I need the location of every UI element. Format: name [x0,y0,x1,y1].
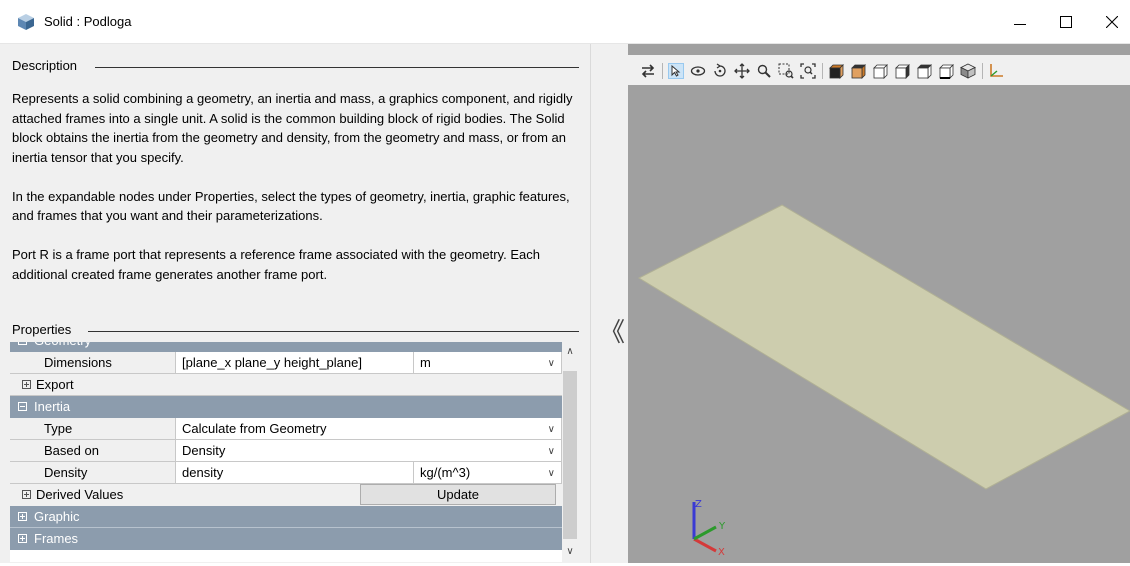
collapse-icon [18,342,27,345]
toolbar-separator [662,63,663,79]
title-bar: Solid : Podloga [0,0,1130,44]
scroll-up-icon[interactable]: ∧ [562,344,578,360]
scene-canvas[interactable]: Z Y X [628,85,1130,563]
axis-triad-icon: Z Y X [692,499,726,558]
based-on-value: Density [182,443,226,458]
top-view-icon[interactable] [916,63,932,79]
left-view-icon[interactable] [872,63,888,79]
inertia-section-label: Inertia [34,399,71,414]
y-axis-label: Y [718,521,726,532]
right-view-icon[interactable] [894,63,910,79]
dimensions-unit-value: m [420,355,431,370]
dimensions-row: Dimensions [plane_x plane_y height_plane… [10,352,562,374]
description-text: Represents a solid combining a geometry,… [12,89,582,304]
window-title: Solid : Podloga [44,14,132,29]
dimensions-unit-select[interactable]: m ∨ [414,352,562,374]
expand-icon [18,512,27,521]
description-paragraph: Port R is a frame port that represents a… [12,247,540,282]
export-label: Export [36,377,74,392]
export-node[interactable]: Export [10,374,562,396]
isometric-view-icon[interactable] [960,63,976,79]
update-button[interactable]: Update [360,484,556,505]
roll-icon[interactable] [712,63,728,79]
zoom-box-icon[interactable] [778,63,794,79]
density-unit-value: kg/(m^3) [420,465,471,480]
collapse-icon [18,402,27,411]
panel-splitter[interactable]: 《 [590,44,628,563]
density-label: Density [10,462,176,484]
x-axis-label: X [718,547,725,558]
based-on-select[interactable]: Density ∨ [176,440,562,462]
toolbar-separator [822,63,823,79]
properties-scrollbar[interactable]: ∧ ∨ [562,342,578,562]
properties-table: Geometry Dimensions [plane_x plane_y hei… [10,342,578,562]
density-row: Density density kg/(m^3) ∨ [10,462,562,484]
chevron-down-icon: ∨ [547,424,555,435]
collapse-panel-icon[interactable]: 《 [599,312,625,349]
chevron-down-icon: ∨ [547,358,555,369]
front-view-icon[interactable] [828,63,844,79]
close-button[interactable] [1089,0,1130,44]
swap-icon[interactable] [640,63,656,79]
inertia-type-select[interactable]: Calculate from Geometry ∨ [176,418,562,440]
description-divider [95,67,579,68]
dimensions-value-input[interactable]: [plane_x plane_y height_plane] [176,352,414,374]
geometry-section-label: Geometry [34,342,91,352]
maximize-icon [1060,16,1072,28]
fit-to-view-icon[interactable] [800,63,816,79]
frames-section-label: Frames [34,531,79,546]
graphic-section-label: Graphic [34,509,80,524]
graphic-section-header[interactable]: Graphic [10,506,562,528]
derived-values-label: Derived Values [36,487,124,502]
rotate-icon[interactable] [690,63,706,79]
floor-plane [637,204,1130,490]
zoom-icon[interactable] [756,63,772,79]
chevron-down-icon: ∨ [547,468,555,479]
block-parameters-panel: Description Represents a solid combining… [0,44,590,563]
based-on-row: Based on Density ∨ [10,440,562,462]
frames-section-header[interactable]: Frames [10,528,562,550]
minimize-button[interactable] [997,0,1043,44]
scroll-down-icon[interactable]: ∨ [562,544,578,560]
inertia-type-value: Calculate from Geometry [182,421,327,436]
close-icon [1106,16,1118,28]
expand-icon [22,490,31,499]
maximize-button[interactable] [1043,0,1089,44]
geometry-section-header[interactable]: Geometry [10,342,562,352]
based-on-label: Based on [10,440,176,462]
frames-toggle-icon[interactable] [988,63,1004,79]
inertia-type-label: Type [10,418,176,440]
description-paragraph: Represents a solid combining a geometry,… [12,91,573,165]
expand-icon [22,380,31,389]
minimize-icon [1014,23,1026,25]
properties-label: Properties [12,322,75,337]
pan-icon[interactable] [734,63,750,79]
density-unit-select[interactable]: kg/(m^3) ∨ [414,462,562,484]
chevron-down-icon: ∨ [547,446,555,457]
z-axis-label: Z [695,499,702,510]
derived-values-node[interactable]: Derived Values Update [10,484,562,506]
select-icon[interactable] [668,63,684,79]
3d-viewport[interactable]: Z Y X [628,85,1130,563]
solid-block-icon [18,14,34,30]
expand-icon [18,534,27,543]
inertia-type-row: Type Calculate from Geometry ∨ [10,418,562,440]
description-paragraph: In the expandable nodes under Properties… [12,188,570,224]
bottom-view-icon[interactable] [938,63,954,79]
density-value-input[interactable]: density [176,462,414,484]
description-label: Description [12,58,81,73]
view-toolbar [628,55,1130,85]
inertia-section-header[interactable]: Inertia [10,396,562,418]
properties-divider [88,331,579,332]
scrollbar-thumb[interactable] [563,371,577,539]
dimensions-label: Dimensions [10,352,176,374]
back-view-icon[interactable] [850,63,866,79]
toolbar-separator [982,63,983,79]
